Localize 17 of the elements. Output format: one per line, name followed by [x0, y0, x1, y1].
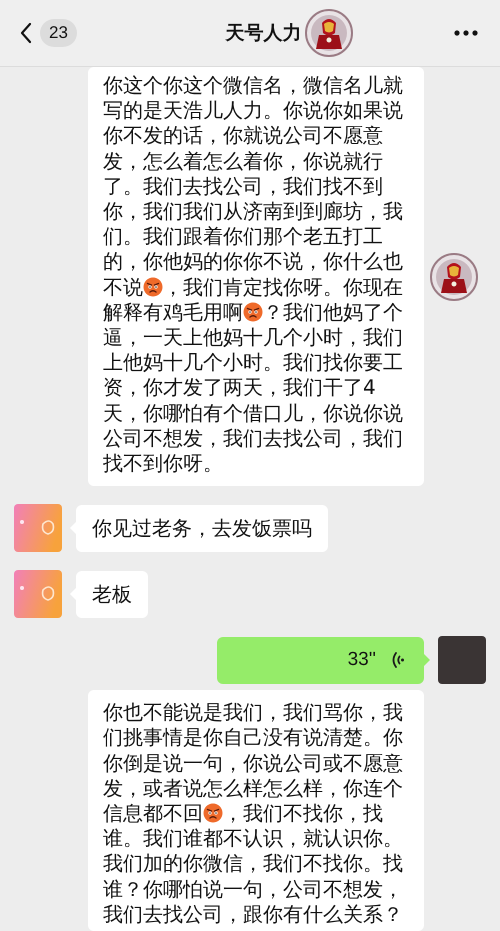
- message-text: 你也不能说是我们，我们骂你，我们挑事情是你自己没有说清楚。你你倒是说一句，你说公司或不愿意发，或者说怎么样怎么样，你连个信息都不回 ，我们不找你，找谁。我们谁都不认识，就认识你。我们加的你微信，我们不找你。找谁？你哪怕说一句，公司不想发，我们去找公司，跟你有什么关系？: [103, 700, 403, 928]
- message-text: 你这个你这个微信名，微信名儿就写的是天浩儿人力。你说你如果说你不发的话，你就说公司不愿意发，怎么着怎么着你，你说就行了。我们去找公司，我们找不到你，我们我们从济南到到廊坊，我们。我们跟着你们那个老五打工的，你他妈的你你不说，你什么也不说 ，我们肯定找你呀。你现在解释有鸡毛用啊 ？我们他妈了个逼，一天上他妈十几个小时，我们上他妈十几个小时。我们找你要工资，你才发了两天，我们干了4天，你哪怕有个借口儿，你说你说公司不想发，我们去找公司，我们找不到你呀。: [103, 73, 403, 476]
- unread-count-badge[interactable]: 23: [40, 19, 77, 47]
- voice-message-bubble[interactable]: 33'': [217, 636, 424, 684]
- message-bubble[interactable]: 老板: [76, 570, 148, 618]
- cartoon-avatar: [305, 9, 354, 57]
- bubble-tail: [424, 654, 430, 666]
- message-bubble[interactable]: 你见过老务，去发饭票吗: [76, 504, 328, 552]
- angry-face-icon: [143, 276, 163, 297]
- angry-face-icon: [203, 803, 223, 824]
- chat-title: 天号人力: [225, 21, 302, 46]
- cartoon-avatar[interactable]: [430, 252, 478, 301]
- back-icon[interactable]: [20, 22, 32, 44]
- voice-duration: 33'': [348, 649, 376, 672]
- voice-wave-icon: [390, 650, 404, 670]
- more-icon[interactable]: [454, 30, 478, 36]
- angry-face-icon: [243, 302, 263, 322]
